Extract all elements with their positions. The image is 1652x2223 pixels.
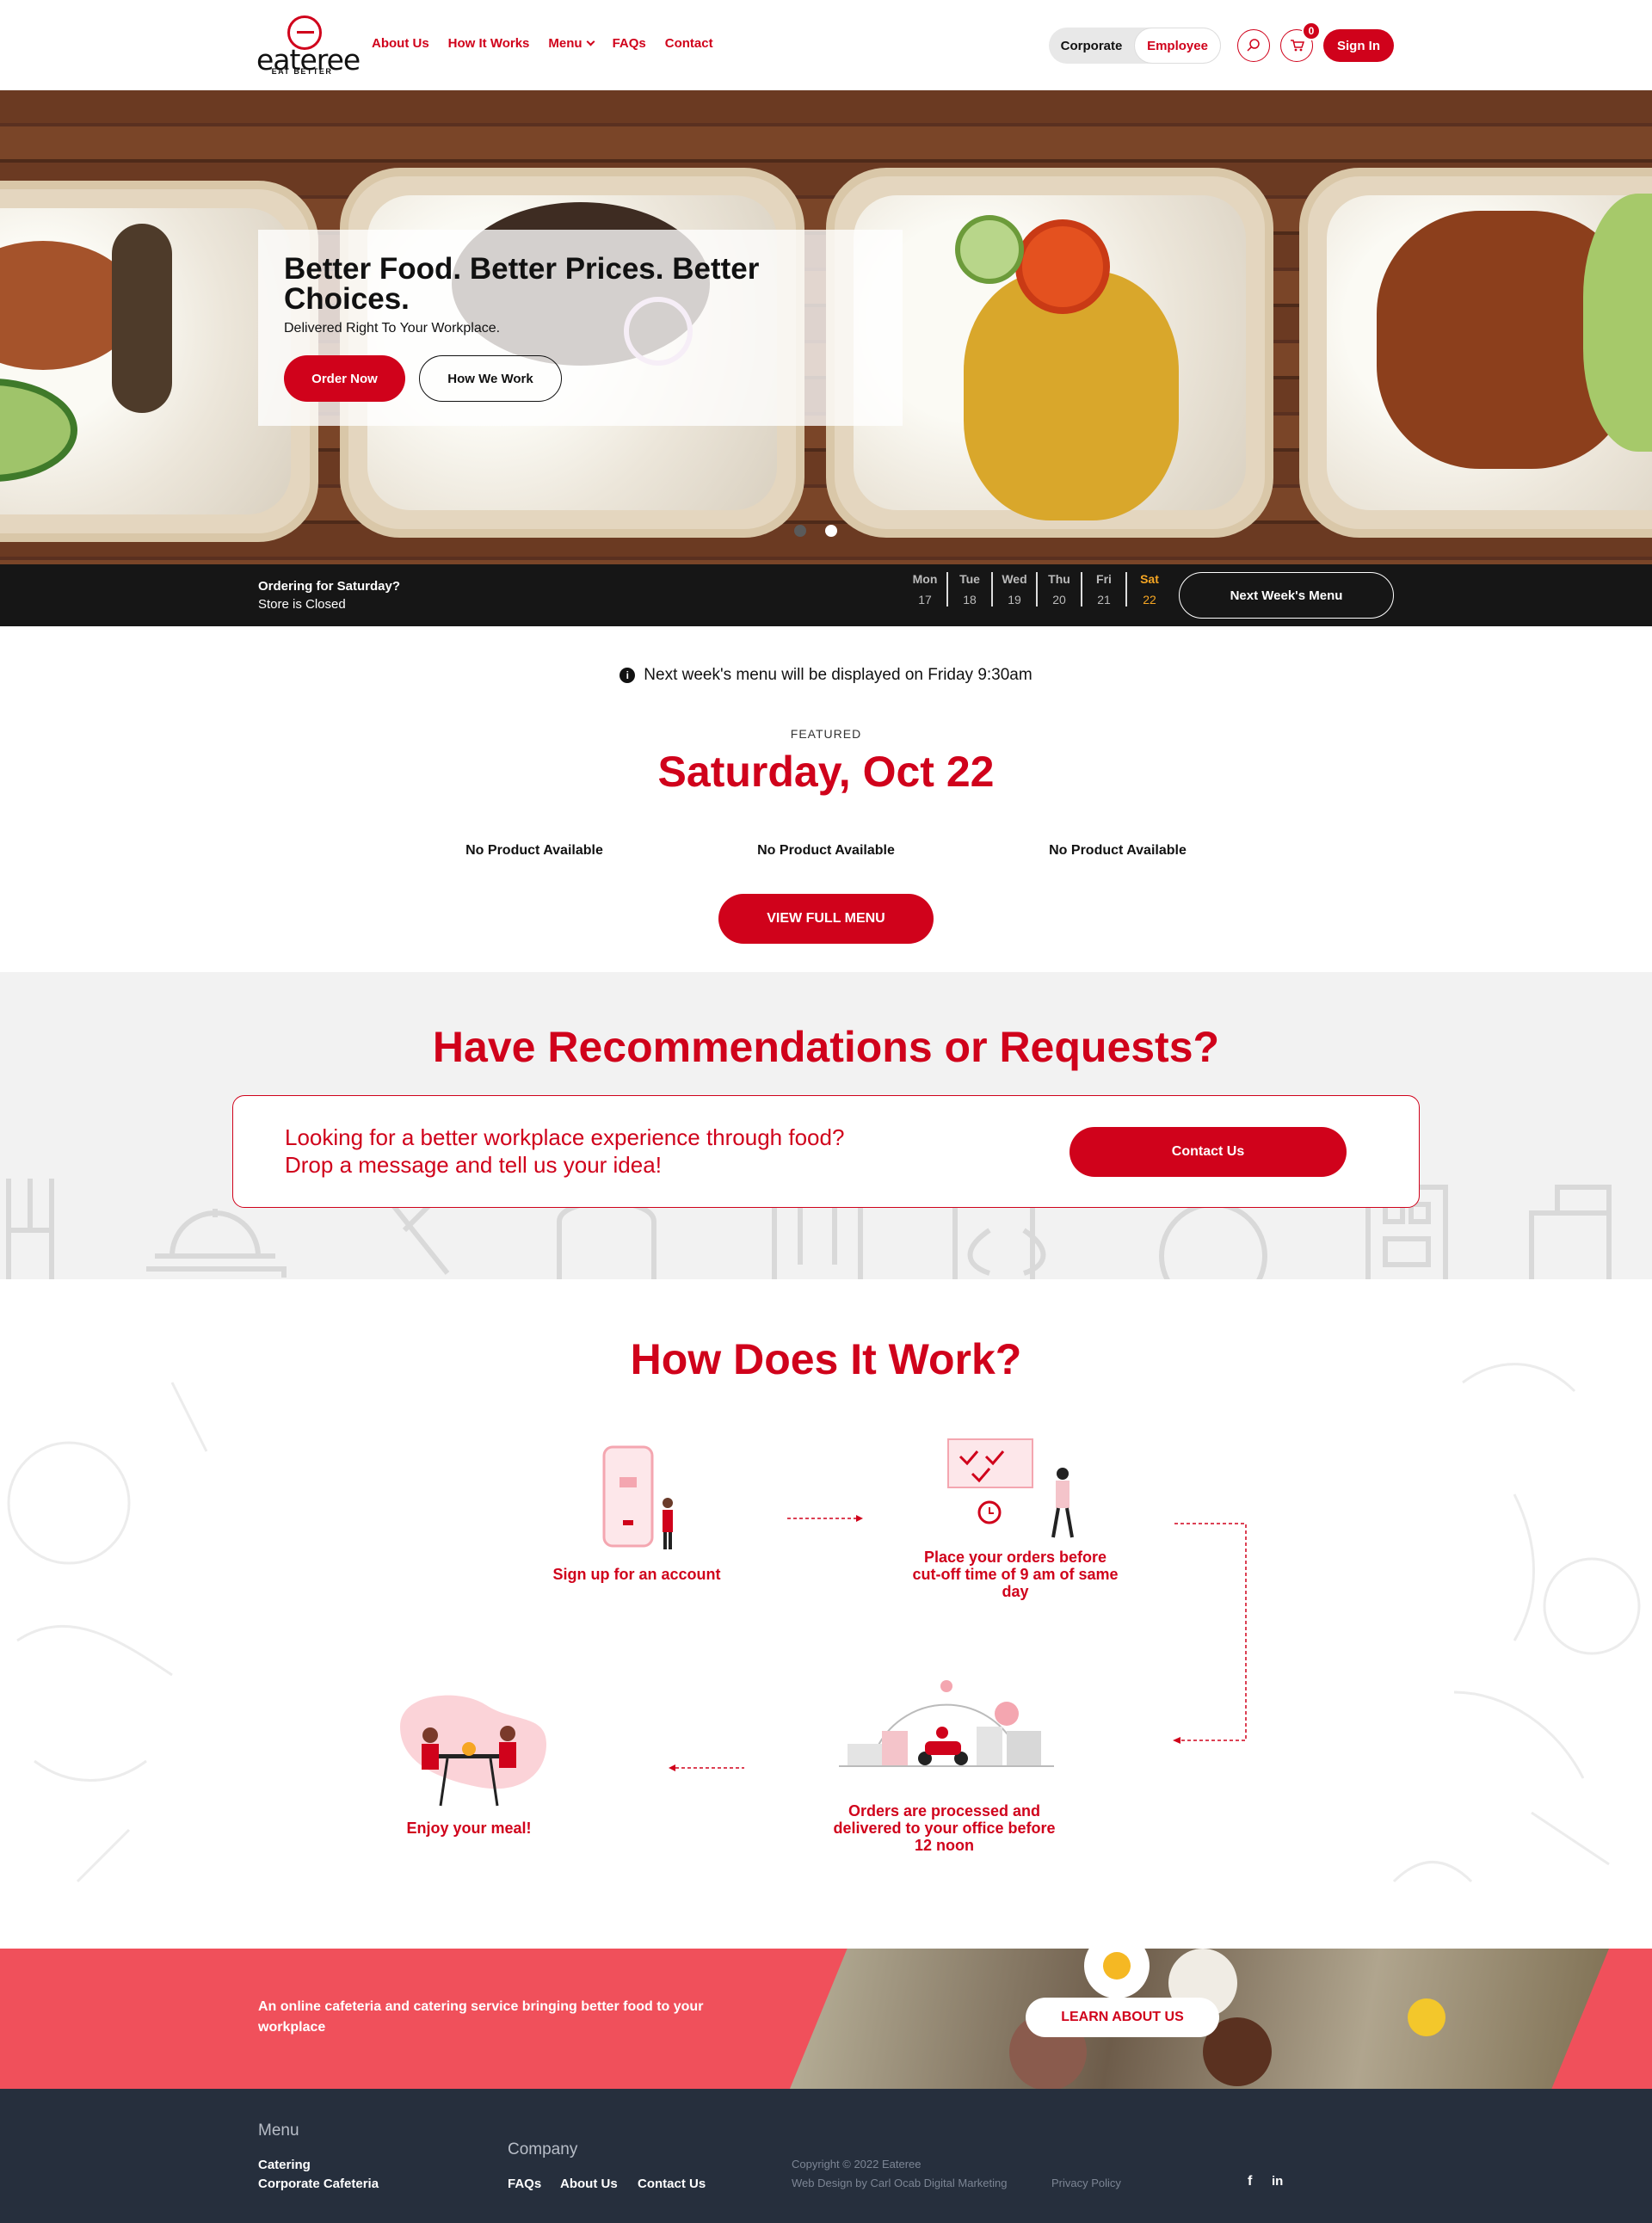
step-delivery: Orders are processed and delivered to yo…: [833, 1802, 1056, 1854]
day-mon[interactable]: Mon 17: [903, 572, 948, 607]
nav-contact[interactable]: Contact: [665, 36, 713, 51]
footer-link-contact-us[interactable]: Contact Us: [638, 2177, 706, 2191]
step-place-orders: Place your orders before cut-off time of…: [912, 1549, 1119, 1600]
site-footer: Menu Catering Corporate Cafeteria Compan…: [0, 2089, 1652, 2223]
day-sat[interactable]: Sat 22: [1127, 572, 1172, 607]
product-placeholder: No Product Available: [757, 843, 895, 858]
step-enjoy: Enjoy your meal!: [406, 1820, 532, 1837]
footer-company-heading: Company: [508, 2140, 578, 2158]
ordering-day-title: Ordering for Saturday?: [258, 579, 401, 594]
hero-title: Better Food. Better Prices. Better Choic…: [284, 252, 760, 316]
linkedin-icon[interactable]: in: [1272, 2174, 1283, 2189]
view-full-menu-button[interactable]: VIEW FULL MENU: [718, 894, 934, 944]
step-sign-up: Sign up for an account: [552, 1566, 721, 1583]
next-week-menu-button[interactable]: Next Week's Menu: [1179, 572, 1394, 619]
copyright-text: Copyright © 2022 Eateree: [792, 2158, 922, 2171]
dining-couple-illustration: [400, 1695, 546, 1807]
recommendations-title: Have Recommendations or Requests?: [432, 1023, 1220, 1071]
account-type-toggle: Corporate Employee: [1049, 28, 1221, 64]
recommendations-line-2: Drop a message and tell us your idea!: [285, 1152, 662, 1178]
calendar-schedule-illustration: [947, 1438, 1074, 1538]
cart-icon: [1291, 40, 1304, 52]
recommendations-section: Have Recommendations or Requests? Lookin…: [0, 972, 1652, 1279]
web-design-credit[interactable]: Web Design by Carl Ocab Digital Marketin…: [792, 2177, 1007, 2189]
hero-banner: Better Food. Better Prices. Better Choic…: [0, 90, 1652, 564]
toggle-corporate[interactable]: Corporate: [1049, 28, 1134, 64]
recommendations-message: Looking for a better workplace experienc…: [285, 1124, 973, 1179]
nav-menu[interactable]: Menu: [548, 36, 595, 51]
nav-menu-label: Menu: [548, 36, 583, 51]
site-header: eateree EAT BETTER About Us How It Works…: [0, 0, 1652, 90]
footer-link-faqs[interactable]: FAQs: [508, 2177, 541, 2191]
phone-signup-illustration: [602, 1445, 673, 1549]
logo[interactable]: eateree EAT BETTER: [256, 14, 361, 77]
footer-link-about-us[interactable]: About Us: [560, 2177, 618, 2191]
nav-faqs[interactable]: FAQs: [613, 36, 646, 51]
hero-card: Better Food. Better Prices. Better Choic…: [258, 230, 903, 426]
footer-menu-heading: Menu: [258, 2121, 299, 2140]
dashed-connector: [1173, 1523, 1247, 1744]
search-button[interactable]: [1237, 29, 1270, 62]
carousel-dot-active[interactable]: [825, 525, 837, 537]
order-now-button[interactable]: Order Now: [284, 355, 405, 402]
logo-tagline: EAT BETTER: [271, 67, 333, 76]
delivery-city-illustration: [839, 1680, 1054, 1767]
food-bowl-image: [1299, 168, 1652, 538]
ordering-bar: Ordering for Saturday? Store is Closed M…: [0, 564, 1652, 626]
featured-date: Saturday, Oct 22: [657, 748, 995, 796]
learn-about-us-button[interactable]: LEARN ABOUT US: [1026, 1998, 1219, 2037]
about-banner: An online cafeteria and catering service…: [0, 1949, 1652, 2089]
how-it-works-section: How Does It Work? Sign up for an account…: [0, 1279, 1652, 1949]
nav-about-us[interactable]: About Us: [372, 36, 429, 51]
info-icon: i: [620, 668, 636, 683]
about-tagline: An online cafeteria and catering service…: [258, 1999, 704, 2035]
dashed-arrow-right: [787, 1515, 863, 1522]
privacy-policy-link[interactable]: Privacy Policy: [1051, 2177, 1121, 2189]
day-thu[interactable]: Thu 20: [1038, 572, 1082, 607]
hero-subtitle: Delivered Right To Your Workplace.: [284, 321, 501, 336]
featured-label: FEATURED: [790, 727, 862, 741]
recommendations-card: Looking for a better workplace experienc…: [232, 1095, 1420, 1208]
nav-how-it-works[interactable]: How It Works: [448, 36, 530, 51]
product-placeholder: No Product Available: [1049, 843, 1187, 858]
menu-notice: i Next week's menu will be displayed on …: [0, 666, 1652, 685]
product-placeholder: No Product Available: [465, 843, 603, 858]
day-selector: Mon 17 Tue 18 Wed 19 Thu 20 Fri 21 Sat 22: [903, 572, 1172, 607]
menu-notice-text: Next week's menu will be displayed on Fr…: [644, 666, 1032, 684]
cart-button[interactable]: 0: [1280, 22, 1321, 62]
recommendations-line-1: Looking for a better workplace experienc…: [285, 1124, 845, 1150]
day-tue[interactable]: Tue 18: [948, 572, 993, 607]
chevron-down-icon: [586, 37, 595, 46]
sign-in-button[interactable]: Sign In: [1323, 29, 1394, 62]
dashed-arrow-left: [669, 1764, 744, 1771]
carousel-dot[interactable]: [794, 525, 806, 537]
main-nav: About Us How It Works Menu FAQs Contact: [372, 36, 713, 51]
day-fri[interactable]: Fri 21: [1082, 572, 1127, 607]
how-it-works-title: How Does It Work?: [630, 1335, 1022, 1383]
cart-count-badge: 0: [1302, 22, 1321, 40]
footer-link-catering[interactable]: Catering: [258, 2158, 311, 2172]
store-status: Store is Closed: [258, 597, 346, 612]
footer-link-corporate-cafeteria[interactable]: Corporate Cafeteria: [258, 2177, 379, 2191]
contact-us-button[interactable]: Contact Us: [1069, 1127, 1347, 1177]
how-we-work-button[interactable]: How We Work: [419, 355, 562, 402]
facebook-icon[interactable]: f: [1248, 2174, 1252, 2189]
day-wed[interactable]: Wed 19: [993, 572, 1038, 607]
search-icon: [1247, 39, 1260, 52]
toggle-employee[interactable]: Employee: [1134, 28, 1221, 64]
